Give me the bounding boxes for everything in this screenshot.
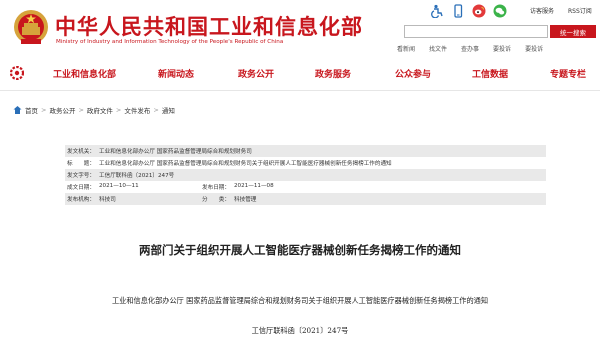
quick-icons bbox=[430, 4, 507, 18]
category-label: 分 类： bbox=[202, 197, 230, 203]
nav-item-open-gov[interactable]: 政务公开 bbox=[238, 67, 274, 80]
search-input[interactable] bbox=[404, 25, 548, 38]
weibo-icon[interactable] bbox=[472, 4, 486, 18]
complaint-link-2[interactable]: 要投诉 bbox=[525, 44, 543, 53]
breadcrumb-home[interactable]: 首页 bbox=[25, 105, 38, 115]
nav-item-data[interactable]: 工信数据 bbox=[472, 67, 508, 80]
document-info-table: 发文机关： 工业和信息化部办公厅 国家药品监督管理局综合和规划财务司 标 题： … bbox=[65, 145, 546, 205]
top-links: 访客服务 RSS订阅 bbox=[530, 6, 592, 15]
visitor-service-link[interactable]: 访客服务 bbox=[530, 6, 554, 15]
complaint-link[interactable]: 要投诉 bbox=[493, 44, 511, 53]
services-link[interactable]: 查办事 bbox=[461, 44, 479, 53]
issuer-value: 工业和信息化部办公厅 国家药品监督管理局综合和规划财务司 bbox=[99, 149, 252, 155]
national-emblem-icon[interactable] bbox=[12, 7, 50, 47]
wechat-icon[interactable] bbox=[493, 4, 507, 18]
nav-item-news[interactable]: 新闻动态 bbox=[158, 67, 194, 80]
location-icon bbox=[13, 106, 22, 114]
breadcrumb-separator: > bbox=[153, 106, 159, 114]
info-row-doc-no: 发文字号： 工信厅联科函〔2021〕247号 bbox=[65, 169, 546, 181]
mobile-icon[interactable] bbox=[451, 4, 465, 18]
search-button[interactable]: 统一搜索 bbox=[550, 25, 596, 38]
document-body-title: 工业和信息化部办公厅 国家药品监督管理局综合和规划财务司关于组织开展人工智能医疗… bbox=[111, 296, 489, 305]
pub-date-label: 发布日期： bbox=[202, 185, 230, 191]
breadcrumb-separator: > bbox=[78, 106, 84, 114]
site-header: 中华人民共和国工业和信息化部 Ministry of Industry and … bbox=[0, 0, 600, 58]
tool-links: 看新闻 找文件 查办事 要投诉 要投诉 bbox=[397, 44, 543, 53]
nav-item-services[interactable]: 政务服务 bbox=[315, 67, 351, 80]
breadcrumb-notice[interactable]: 通知 bbox=[162, 105, 175, 115]
document-number: 工信厅联科函〔2021〕247号 bbox=[251, 326, 349, 335]
breadcrumb-separator: > bbox=[41, 106, 47, 114]
title-value: 工业和信息化部办公厅 国家药品监督管理局综合和规划财务司关于组织开展人工智能医疗… bbox=[99, 161, 392, 167]
accessibility-icon[interactable] bbox=[430, 4, 444, 18]
breadcrumb: 首页 > 政务公开 > 政府文件 > 文件发布 > 通知 bbox=[13, 105, 175, 115]
pub-date-value: 2021—11—08 bbox=[234, 183, 274, 189]
site-subtitle: Ministry of Industry and Information Tec… bbox=[56, 39, 284, 45]
doc-no-label: 发文字号： bbox=[67, 173, 95, 179]
doc-no-value: 工信厅联科函〔2021〕247号 bbox=[99, 173, 175, 179]
miit-logo-icon[interactable] bbox=[10, 66, 24, 80]
org-label: 发布机构： bbox=[67, 197, 95, 203]
category-value: 科技管理 bbox=[234, 197, 257, 203]
find-files-link[interactable]: 找文件 bbox=[429, 44, 447, 53]
nav-item-miit[interactable]: 工业和信息化部 bbox=[53, 67, 116, 80]
info-row-issuer: 发文机关： 工业和信息化部办公厅 国家药品监督管理局综合和规划财务司 bbox=[65, 145, 546, 157]
title-label: 标 题： bbox=[67, 161, 95, 167]
date-label: 成文日期： bbox=[67, 185, 95, 191]
date-value: 2021—10—11 bbox=[99, 183, 139, 189]
breadcrumb-file-release[interactable]: 文件发布 bbox=[124, 105, 150, 115]
document-heading: 两部门关于组织开展人工智能医疗器械创新任务揭榜工作的通知 bbox=[139, 243, 461, 257]
info-row-dates: 成文日期： 2021—10—11 发布日期： 2021—11—08 bbox=[65, 181, 546, 193]
rss-link[interactable]: RSS订阅 bbox=[568, 6, 592, 15]
nav-item-participation[interactable]: 公众参与 bbox=[395, 67, 431, 80]
issuer-label: 发文机关： bbox=[67, 149, 95, 155]
info-row-org: 发布机构： 科技司 分 类： 科技管理 bbox=[65, 193, 546, 205]
main-nav: 工业和信息化部 新闻动态 政务公开 政务服务 公众参与 工信数据 专题专栏 bbox=[0, 60, 600, 86]
org-value: 科技司 bbox=[99, 197, 116, 203]
news-link[interactable]: 看新闻 bbox=[397, 44, 415, 53]
nav-divider bbox=[0, 90, 600, 91]
breadcrumb-separator: > bbox=[115, 106, 122, 114]
nav-item-topics[interactable]: 专题专栏 bbox=[550, 67, 586, 80]
info-row-title: 标 题： 工业和信息化部办公厅 国家药品监督管理局综合和规划财务司关于组织开展人… bbox=[65, 157, 546, 169]
breadcrumb-gov-files[interactable]: 政府文件 bbox=[87, 105, 113, 115]
breadcrumb-open-gov[interactable]: 政务公开 bbox=[49, 105, 75, 115]
site-title[interactable]: 中华人民共和国工业和信息化部 bbox=[55, 11, 363, 41]
